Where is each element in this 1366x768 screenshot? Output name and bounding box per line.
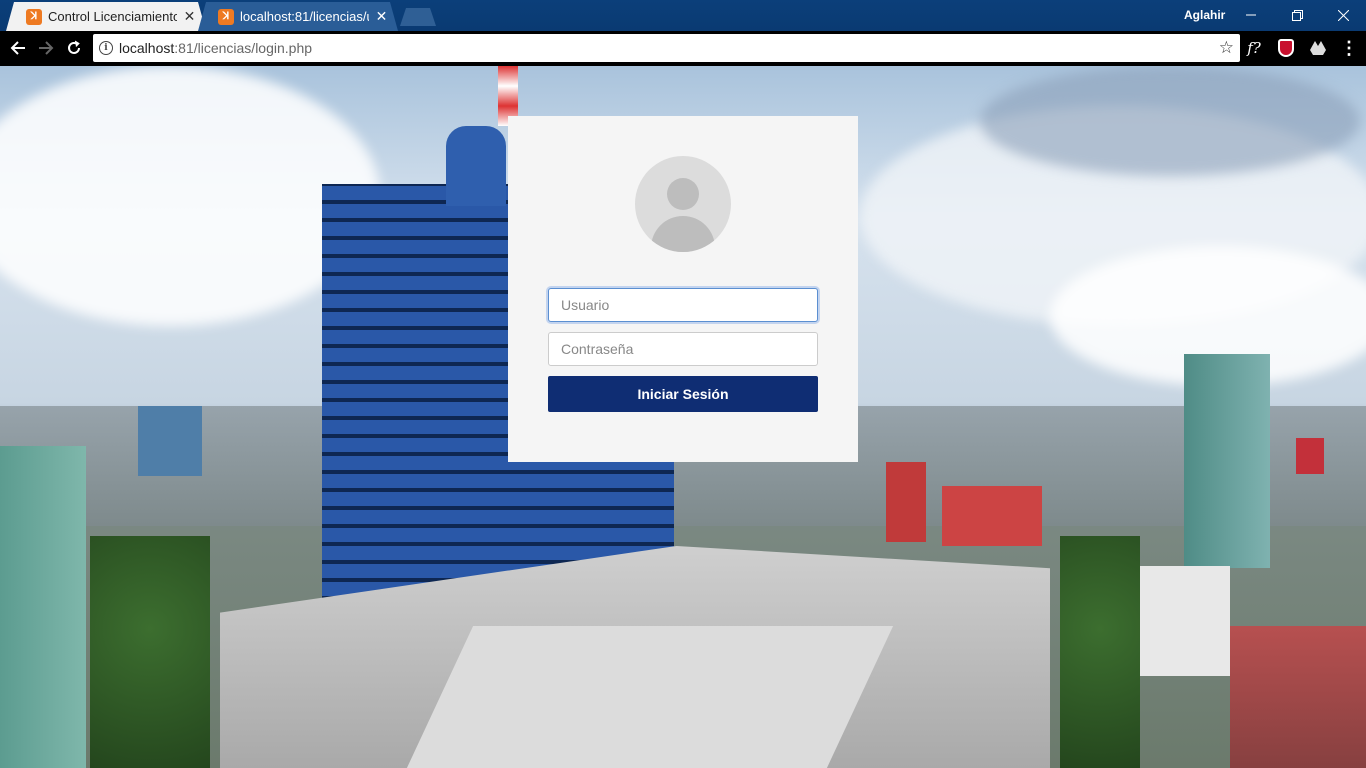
close-icon[interactable]: ✕ [183, 8, 196, 25]
tab-title: localhost:81/licencias/use [240, 9, 369, 24]
minimize-button[interactable] [1228, 0, 1274, 30]
login-card: Iniciar Sesión [508, 116, 858, 462]
browser-toolbar: i localhost:81/licencias/login.php ☆ f? … [0, 31, 1366, 66]
building [1184, 354, 1270, 568]
menu-kebab-icon[interactable]: ⋮ [1338, 37, 1360, 59]
building [1134, 566, 1230, 676]
profile-name[interactable]: Aglahir [1184, 8, 1225, 22]
close-window-button[interactable] [1320, 0, 1366, 30]
drive-icon[interactable] [1307, 37, 1329, 59]
address-bar[interactable]: i localhost:81/licencias/login.php ☆ [93, 34, 1240, 62]
xampp-icon: ꓘ [26, 8, 42, 25]
user-avatar-icon [635, 156, 731, 252]
info-icon[interactable]: i [99, 41, 113, 55]
building [942, 486, 1042, 546]
roof-panel [406, 626, 894, 768]
bookmark-star-icon[interactable]: ☆ [1219, 38, 1234, 58]
building [1230, 626, 1366, 768]
trees [90, 536, 210, 768]
url-text[interactable]: localhost:81/licencias/login.php [119, 40, 312, 56]
tower-top [446, 126, 506, 206]
building [0, 446, 86, 768]
close-icon[interactable]: ✕ [375, 8, 388, 25]
tab-localhost-licencias[interactable]: ꓘ localhost:81/licencias/use ✕ [198, 2, 398, 31]
restore-button[interactable] [1274, 0, 1320, 30]
building [138, 406, 202, 476]
ublock-icon[interactable] [1275, 37, 1297, 59]
tab-title: Control Licenciamiento | I [48, 9, 178, 24]
xampp-icon: ꓘ [218, 8, 234, 25]
tab-control-licenciamiento[interactable]: ꓘ Control Licenciamiento | I ✕ [6, 2, 206, 31]
arrow-right-icon [39, 41, 54, 55]
arrow-left-icon [10, 41, 25, 55]
reload-icon [68, 40, 80, 54]
forward-button[interactable] [33, 35, 59, 61]
fx-extension-icon[interactable]: f? [1243, 37, 1265, 59]
cloud [980, 66, 1360, 176]
browser-titlebar: ꓘ Control Licenciamiento | I ✕ ꓘ localho… [0, 0, 1366, 31]
login-button[interactable]: Iniciar Sesión [548, 376, 818, 412]
building [886, 462, 926, 542]
username-input[interactable] [548, 288, 818, 322]
password-input[interactable] [548, 332, 818, 366]
reload-button[interactable] [61, 35, 87, 61]
building [1296, 438, 1324, 474]
new-tab-button[interactable] [400, 8, 436, 26]
back-button[interactable] [5, 35, 31, 61]
trees [1060, 536, 1140, 768]
